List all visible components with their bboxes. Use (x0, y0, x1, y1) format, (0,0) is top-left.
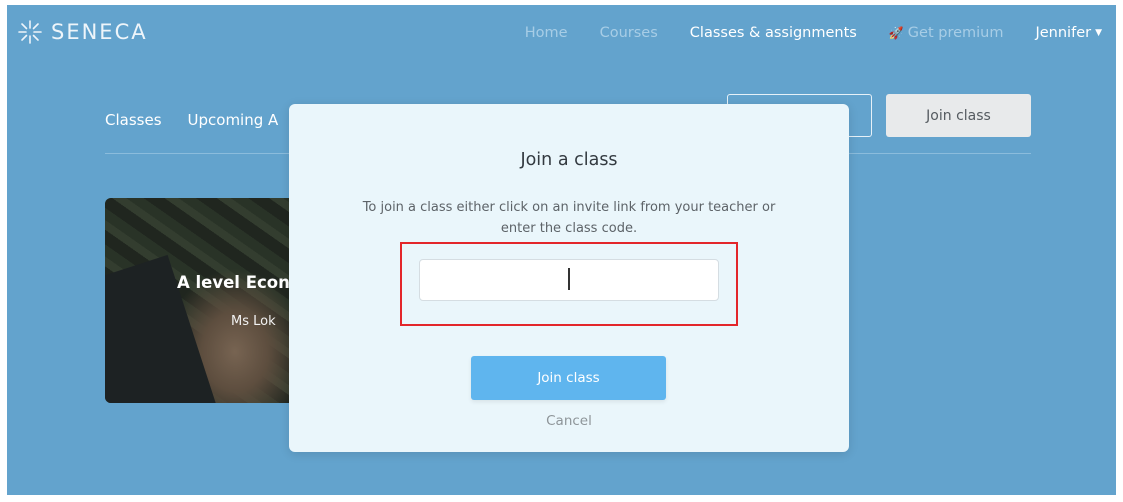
modal-description: To join a class either click on an invit… (362, 200, 776, 236)
card-overlay (105, 198, 305, 403)
nav-home[interactable]: Home (525, 25, 568, 41)
caret-down-icon: ▼ (1095, 28, 1102, 38)
app-background: SENECA Home Courses Classes & assignment… (7, 5, 1116, 495)
tab-classes[interactable]: Classes (105, 111, 162, 129)
nav-get-premium[interactable]: 🚀 Get premium (889, 25, 1004, 41)
user-name: Jennifer (1035, 25, 1092, 41)
join-class-button[interactable]: Join class (471, 356, 666, 400)
class-card-title: A level Econo (177, 273, 302, 292)
join-class-button-top[interactable]: Join class (886, 94, 1031, 137)
page-tabs: Classes Upcoming A (105, 111, 278, 129)
join-class-modal: Join a class To join a class either clic… (289, 104, 849, 452)
seneca-star-icon (18, 20, 42, 44)
tab-upcoming-assignments[interactable]: Upcoming A (188, 111, 279, 129)
top-nav: Home Courses Classes & assignments 🚀 Get… (493, 25, 1102, 41)
rocket-icon: 🚀 (888, 26, 904, 40)
text-cursor (568, 268, 570, 290)
seneca-logo[interactable]: SENECA (17, 19, 148, 45)
user-menu[interactable]: Jennifer ▼ (1035, 25, 1102, 41)
nav-classes-assignments[interactable]: Classes & assignments (690, 25, 857, 41)
brand-name: SENECA (51, 20, 148, 44)
cancel-link[interactable]: Cancel (289, 413, 849, 429)
nav-premium-label: Get premium (907, 25, 1004, 41)
nav-courses[interactable]: Courses (600, 25, 658, 41)
modal-title: Join a class (520, 150, 618, 170)
class-card[interactable]: A level Econo Ms Lok (105, 198, 305, 403)
class-card-teacher: Ms Lok (231, 314, 276, 329)
